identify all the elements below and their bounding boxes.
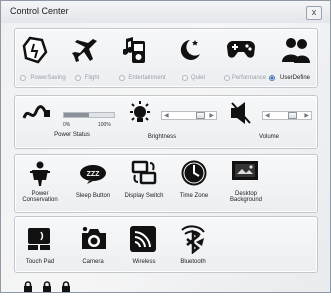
mode-label-quiet: Quiet bbox=[190, 75, 206, 81]
tool-label-wireless: Wireless bbox=[132, 259, 156, 265]
power-max-label: 100% bbox=[98, 122, 111, 128]
mode-radio-power-saving[interactable] bbox=[20, 75, 26, 81]
volume-icon bbox=[229, 100, 253, 126]
tool-label-sleep-button: Sleep Button bbox=[75, 193, 111, 199]
power-plug-icon bbox=[22, 104, 52, 124]
power-status-label: Power Status bbox=[54, 132, 90, 138]
mode-label-entertainment: Entertainment bbox=[128, 75, 166, 81]
mode-label-flight: Flight bbox=[84, 75, 100, 81]
mode-label-power-saving: PowerSaving bbox=[30, 75, 66, 81]
desktop-background-icon[interactable] bbox=[231, 160, 259, 184]
controls-panel: 0% 100% Power Status ◀ ▶ Brightness ◀ ▶ … bbox=[14, 95, 318, 149]
mode-radio-quiet[interactable] bbox=[182, 75, 188, 81]
num-lock-icon bbox=[42, 279, 52, 292]
mode-radio-flight[interactable] bbox=[75, 75, 81, 81]
display-switch-icon[interactable] bbox=[131, 159, 157, 187]
moon-icon[interactable] bbox=[176, 37, 202, 63]
mode-panel: PowerSaving Flight Entertainment Quiet P… bbox=[14, 28, 318, 88]
power-min-label: 0% bbox=[63, 122, 71, 128]
window-title: Control Center bbox=[10, 6, 69, 16]
airplane-icon[interactable] bbox=[71, 37, 99, 63]
volume-slider[interactable]: ◀ ▶ bbox=[262, 111, 312, 120]
tool-label-power-conservation: Power Conservation bbox=[22, 191, 58, 203]
caps-lock-icon bbox=[23, 279, 33, 292]
bluetooth-icon[interactable] bbox=[178, 224, 208, 254]
mode-radio-performance[interactable] bbox=[224, 75, 230, 81]
power-conservation-icon[interactable] bbox=[28, 160, 52, 188]
sleep-zzz-icon[interactable]: ZZZ bbox=[79, 164, 107, 184]
mode-radio-entertainment[interactable] bbox=[119, 75, 125, 81]
tools-panel: Power Conservation ZZZ Sleep Button Disp… bbox=[14, 154, 318, 213]
power-status-bar bbox=[63, 112, 115, 118]
clock-icon[interactable] bbox=[180, 159, 208, 187]
touchpad-icon[interactable] bbox=[27, 227, 51, 251]
tool-label-desktop-background: Desktop Background bbox=[229, 191, 263, 203]
wireless-icon[interactable] bbox=[129, 225, 157, 253]
devices-panel: Touch Pad Camera Wireless Bluetooth bbox=[14, 216, 318, 273]
mode-radio-userdefine[interactable] bbox=[269, 75, 275, 81]
tool-label-time-zone: Time Zone bbox=[179, 193, 209, 199]
mode-label-userdefine: UserDefine bbox=[279, 75, 311, 81]
svg-text:ZZZ: ZZZ bbox=[87, 171, 101, 178]
users-icon[interactable] bbox=[281, 36, 311, 64]
brightness-label: Brightness bbox=[147, 134, 177, 140]
control-center-window: Control Center x PowerSaving Flight Ente… bbox=[0, 0, 331, 293]
tool-label-touch-pad: Touch Pad bbox=[25, 259, 55, 265]
mode-label-performance: Performance bbox=[231, 75, 267, 81]
media-player-icon[interactable] bbox=[123, 35, 147, 65]
brightness-icon bbox=[127, 100, 153, 126]
close-button[interactable]: x bbox=[306, 6, 322, 20]
tool-label-display-switch: Display Switch bbox=[124, 193, 164, 199]
tool-label-camera: Camera bbox=[82, 259, 104, 265]
volume-label: Volume bbox=[258, 134, 280, 140]
power-saving-icon[interactable] bbox=[22, 36, 48, 64]
brightness-slider[interactable]: ◀ ▶ bbox=[161, 111, 217, 120]
tool-label-bluetooth: Bluetooth bbox=[180, 259, 206, 265]
scroll-lock-icon bbox=[61, 279, 71, 292]
gamepad-icon[interactable] bbox=[226, 38, 256, 60]
title-bar[interactable]: Control Center x bbox=[1, 1, 330, 23]
camera-icon[interactable] bbox=[79, 227, 109, 251]
